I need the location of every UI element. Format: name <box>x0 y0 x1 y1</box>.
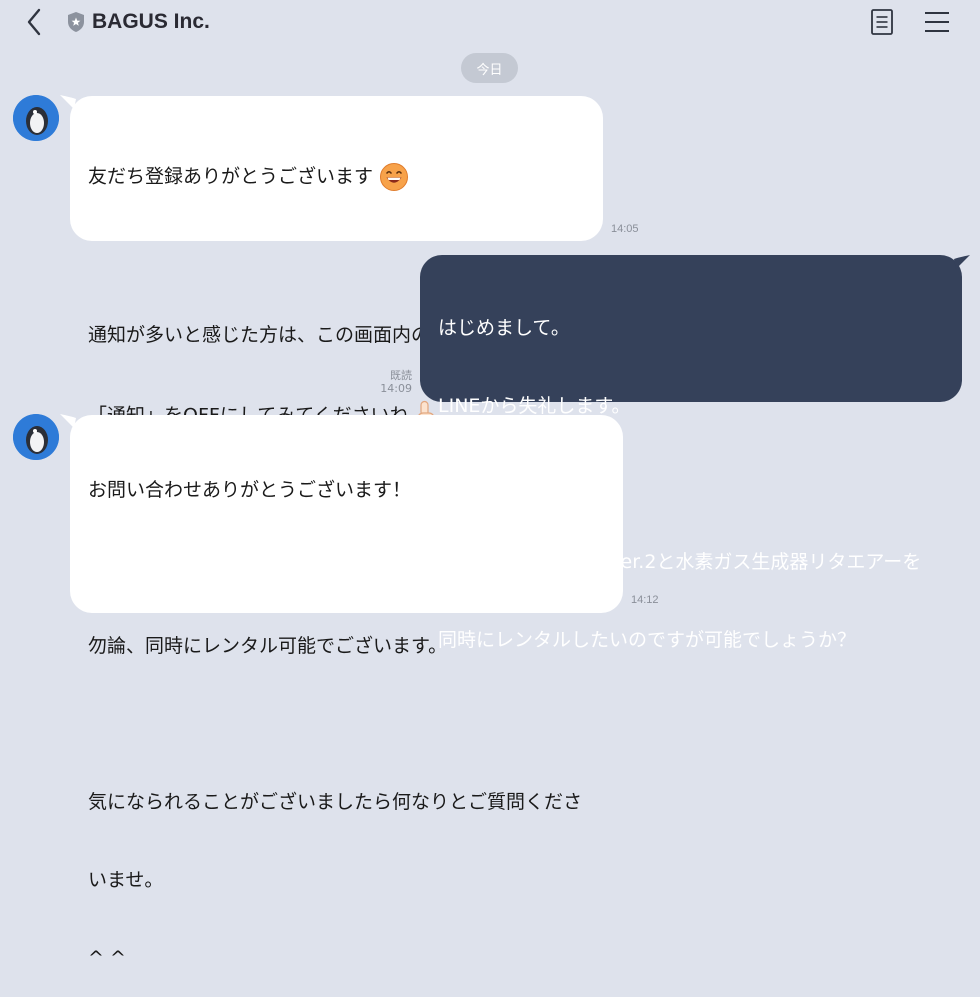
menu-button[interactable] <box>922 8 952 36</box>
date-separator: 今日 <box>461 53 518 83</box>
message-line <box>88 711 605 737</box>
message-line: ^ ^ <box>88 947 126 969</box>
incoming-message-bubble[interactable]: 友だち登録ありがとうございます 通知が多いと感じた方は、この画面内のトーク設定よ… <box>70 96 603 431</box>
chat-title: BAGUS Inc. <box>92 10 210 33</box>
grinning-face-icon <box>380 163 409 191</box>
penguin-avatar-icon <box>13 95 59 141</box>
back-button[interactable] <box>20 6 48 38</box>
incoming-message-bubble[interactable]: お問い合わせありがとうございます！ 勿論、同時にレンタル可能でございます。 気に… <box>70 415 623 969</box>
notes-button[interactable] <box>869 8 895 36</box>
read-receipt: 既読 <box>390 369 412 382</box>
message-text: 友だち登録ありがとうございます <box>88 165 374 188</box>
timestamp: 14:12 <box>631 594 659 606</box>
chat-header: BAGUS Inc. <box>0 0 980 44</box>
menu-icon <box>925 12 949 32</box>
avatar[interactable] <box>13 95 59 141</box>
message-line: いませ。 <box>88 869 164 891</box>
timestamp: 14:05 <box>611 223 639 235</box>
chat-title-group[interactable]: BAGUS Inc. <box>66 8 210 36</box>
message-line: 勿論、同時にレンタル可能でございます。 <box>88 635 448 657</box>
bubble-tail <box>954 255 970 269</box>
timestamp: 14:09 <box>380 382 412 395</box>
outgoing-message-bubble[interactable]: はじめまして。 LINEから失礼します。 水素風呂リタライフVer.2と水素ガス… <box>420 255 962 651</box>
back-chevron-icon <box>27 8 41 36</box>
avatar[interactable] <box>13 414 59 460</box>
message-line: 友だち登録ありがとうございます <box>88 162 585 192</box>
message-line: お問い合わせありがとうございます！ <box>88 479 412 501</box>
message-line: 気になられることがございましたら何なりとご質問くださ <box>88 791 583 813</box>
notes-icon <box>871 9 893 35</box>
message-line: はじめまして。 <box>438 317 570 339</box>
penguin-avatar-icon <box>13 414 59 460</box>
message-line <box>88 555 605 581</box>
shield-badge-icon <box>68 12 84 32</box>
